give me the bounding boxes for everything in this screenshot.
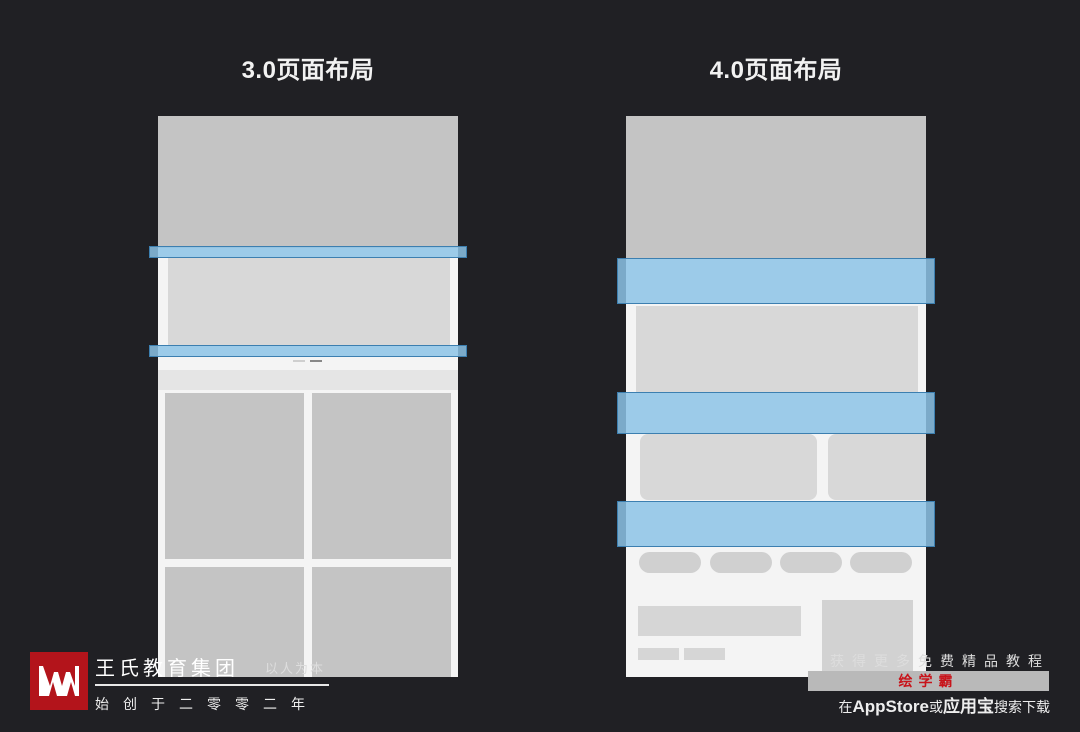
carousel-dot: [293, 360, 305, 362]
article-tag-block: [638, 648, 679, 660]
header-banner-block: [626, 116, 926, 258]
promo-suffix: 搜索下载: [994, 699, 1050, 715]
header-banner-block: [158, 116, 458, 248]
brand-name: 王氏教育集团: [95, 658, 239, 680]
brand-divider: [95, 684, 329, 686]
spacing-highlight-band: [617, 258, 935, 304]
spacing-highlight-band: [149, 246, 467, 258]
promo-download-line: 在AppStore或应用宝搜索下载: [839, 692, 1051, 717]
category-pill: [780, 552, 842, 573]
carousel-dot-active: [310, 360, 322, 362]
grid-card: [312, 567, 451, 677]
scroll-card: [828, 434, 926, 500]
article-title-block: [638, 606, 801, 636]
promo-prefix: 在: [838, 699, 853, 715]
promo-line: 获得更多免费精品教程: [830, 653, 1050, 669]
promo-or: 或: [929, 699, 943, 715]
spacing-highlight-band: [617, 501, 935, 547]
spacing-highlight-band: [149, 345, 467, 357]
section-header-block: [158, 370, 458, 390]
right-layout-title: 4.0页面布局: [709, 57, 843, 84]
category-pill: [710, 552, 772, 573]
spacing-highlight-band: [617, 392, 935, 434]
carousel-block: [168, 258, 450, 346]
category-pill: [639, 552, 701, 573]
scroll-card: [640, 434, 817, 500]
brand-motto: 始创于二零零二年: [95, 696, 319, 712]
category-pill: [850, 552, 912, 573]
left-layout-title: 3.0页面布局: [241, 57, 375, 84]
article-tag-block: [684, 648, 725, 660]
promo-store: AppStore: [852, 697, 930, 716]
grid-card: [165, 393, 304, 559]
promo-app-name: 绘学霸: [898, 673, 959, 689]
promo-market: 应用宝: [943, 697, 994, 716]
layout-3-wireframe: [158, 116, 458, 677]
wangshi-logo-icon: [30, 652, 88, 710]
brand-slogan: 以人为本: [265, 661, 326, 676]
carousel-block: [636, 306, 918, 392]
grid-card: [312, 393, 451, 559]
